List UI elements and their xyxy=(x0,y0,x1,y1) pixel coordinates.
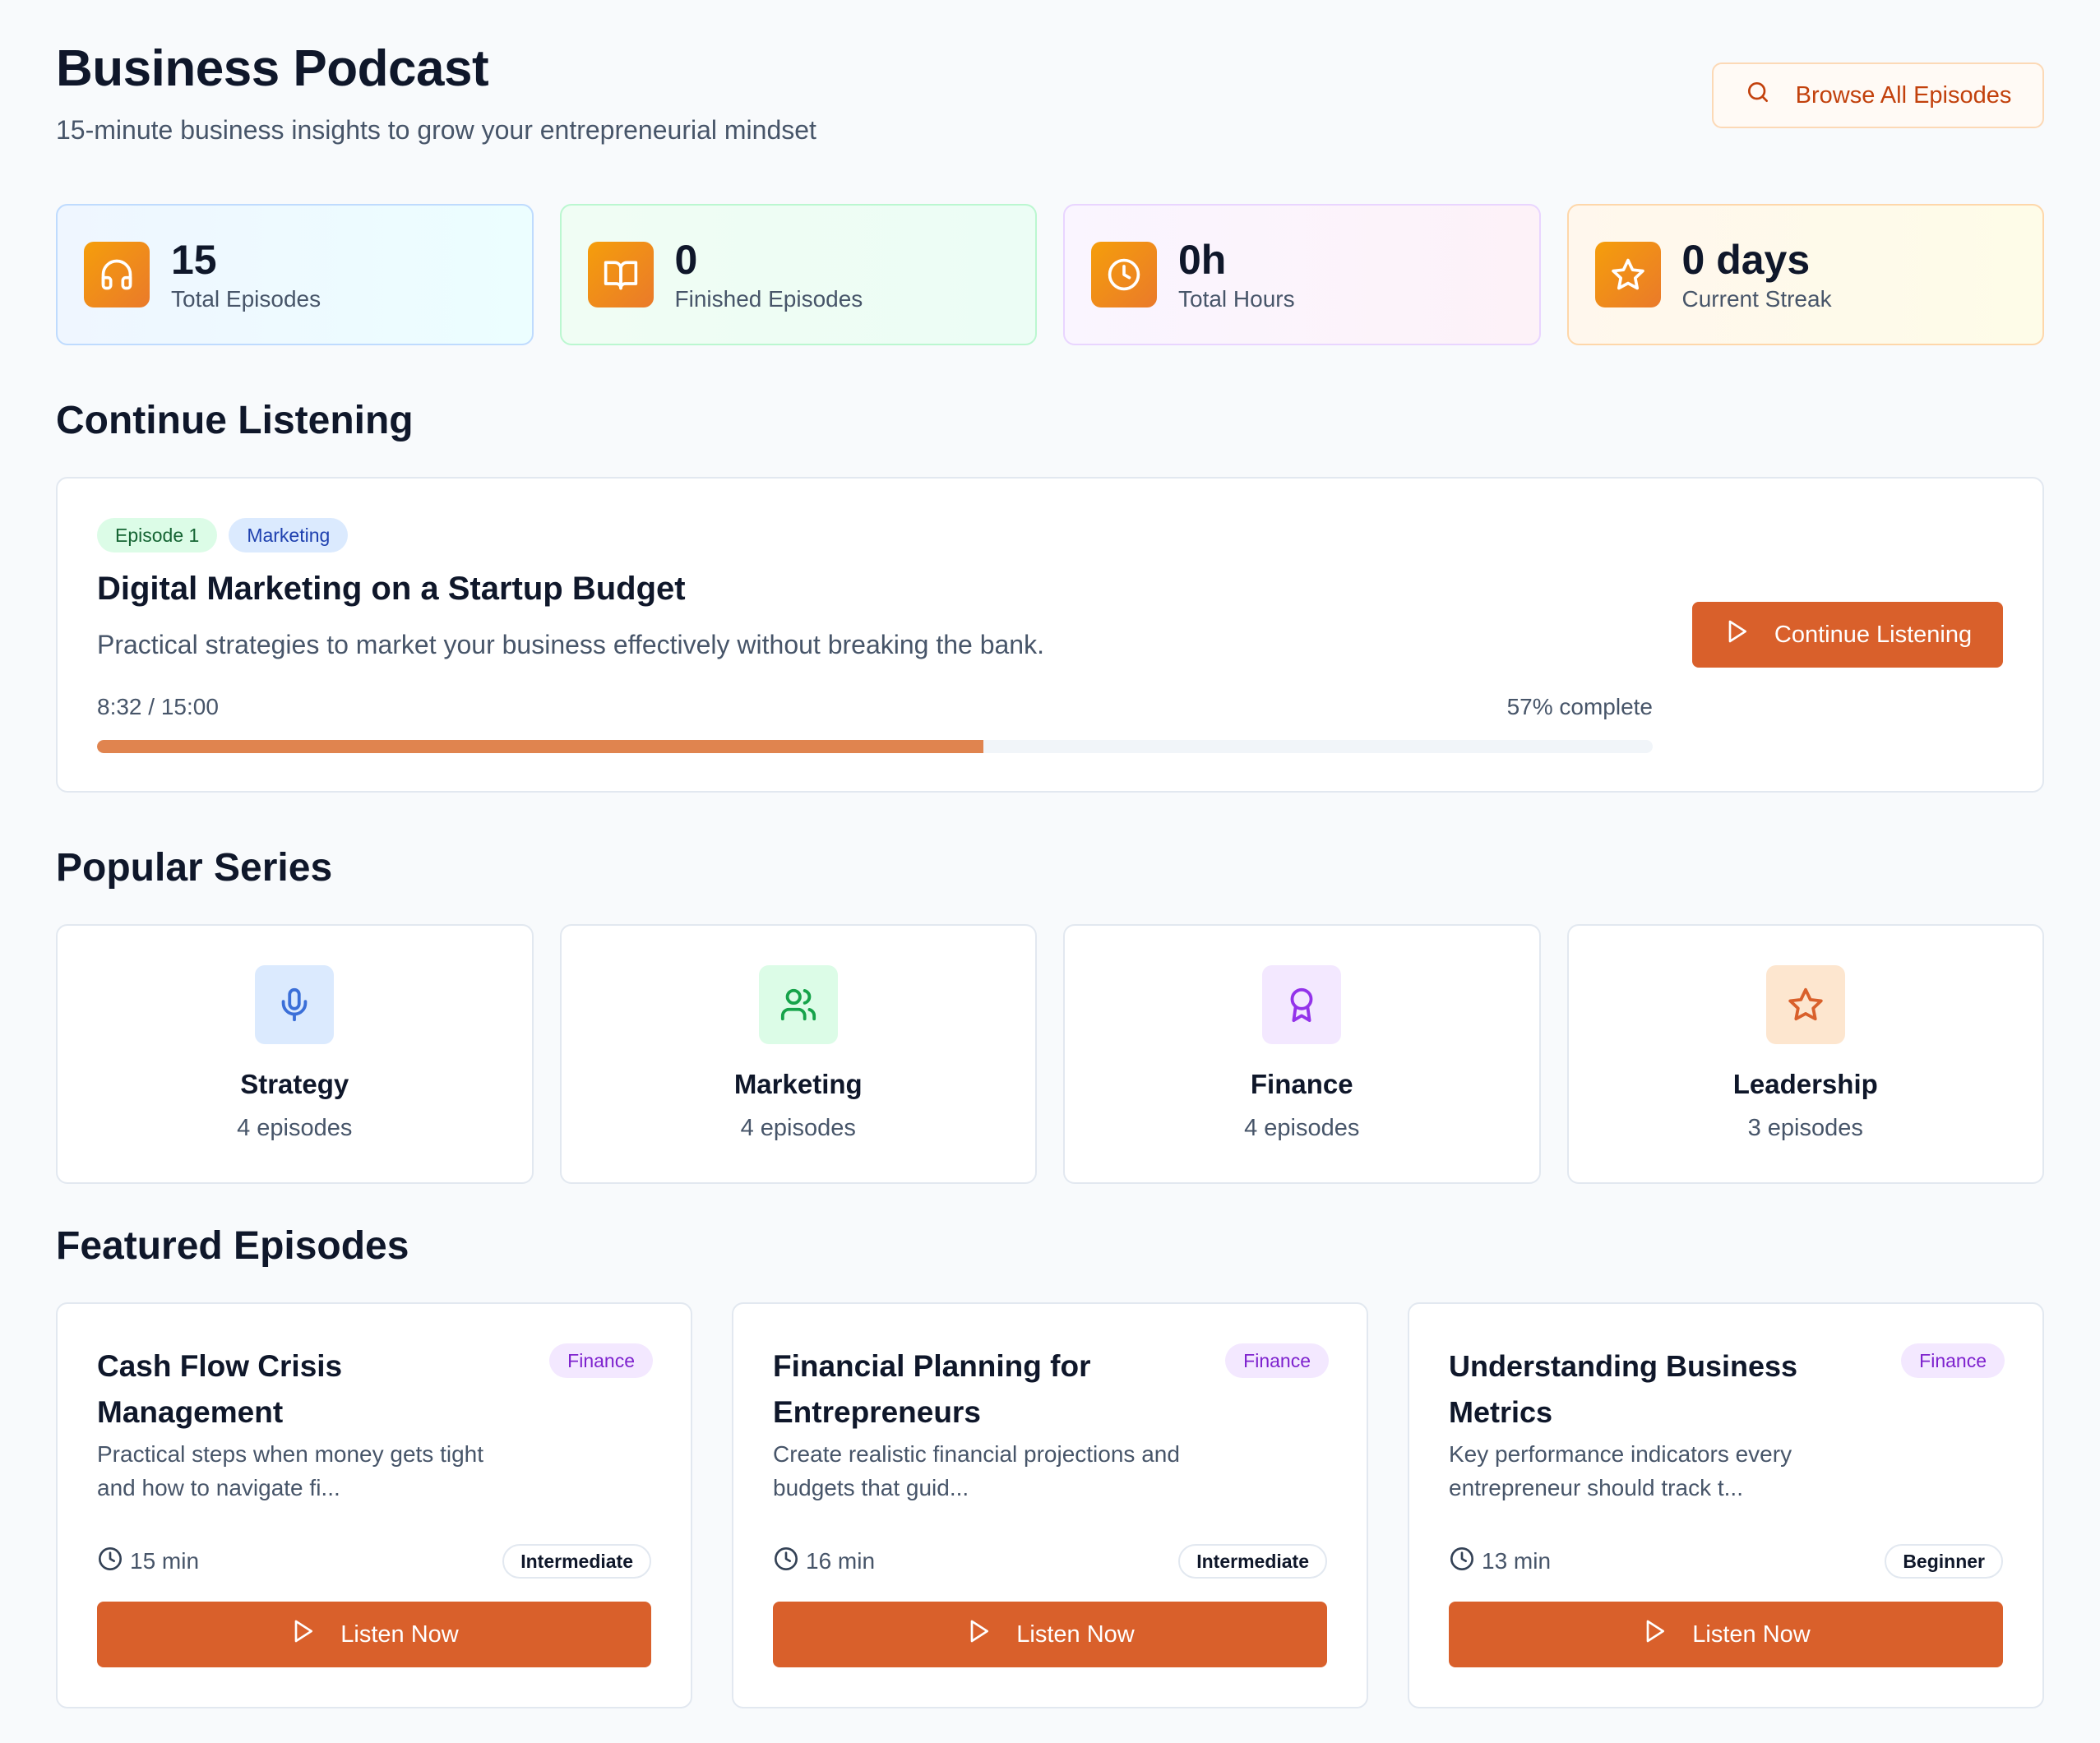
stat-value: 0 xyxy=(674,236,698,283)
episode-meta: 15 min Intermediate xyxy=(97,1544,651,1579)
series-episode-count: 4 episodes xyxy=(237,1115,353,1141)
series-name: Marketing xyxy=(733,1069,863,1099)
stats-row: 15 Total Episodes 0 Finished Episodes 0h… xyxy=(56,204,2044,345)
series-episode-count: 3 episodes xyxy=(1747,1115,1863,1141)
series-name: Strategy xyxy=(240,1069,349,1099)
listen-now-button[interactable]: Listen Now xyxy=(97,1602,651,1667)
stat-card-finished-episodes: 0 Finished Episodes xyxy=(559,204,1037,345)
series-card-marketing[interactable]: Marketing 4 episodes xyxy=(559,924,1037,1184)
clock-icon xyxy=(97,1546,123,1578)
episode-card-header: Understanding Business Metrics Finance xyxy=(1449,1343,2005,1436)
episode-title: Digital Marketing on a Startup Budget xyxy=(97,571,686,607)
listen-now-button[interactable]: Listen Now xyxy=(773,1602,1327,1667)
stat-value: 0h xyxy=(1178,236,1227,283)
podcast-dashboard: Business Podcast 15-minute business insi… xyxy=(0,0,2100,1743)
episode-description: Create realistic financial projections a… xyxy=(773,1441,1180,1500)
play-icon xyxy=(1641,1618,1668,1651)
series-name: Leadership xyxy=(1732,1069,1878,1099)
award-icon xyxy=(1262,965,1342,1044)
book-open-icon xyxy=(587,242,654,307)
star-icon xyxy=(1594,242,1661,307)
listen-now-button[interactable]: Listen Now xyxy=(1449,1602,2003,1667)
series-episode-count: 4 episodes xyxy=(1244,1115,1360,1141)
duration-text: 13 min xyxy=(1482,1548,1552,1574)
search-icon xyxy=(1745,79,1771,112)
continue-listening-card: Episode 1 Marketing Digital Marketing on… xyxy=(56,477,2044,793)
episode-description: Key performance indicators every entrepr… xyxy=(1449,1441,1792,1500)
series-card-leadership[interactable]: Leadership 3 episodes xyxy=(1566,924,2044,1184)
episode-duration: 16 min xyxy=(773,1546,875,1578)
episode-number-badge: Episode 1 xyxy=(97,518,218,552)
series-episode-count: 4 episodes xyxy=(740,1115,856,1141)
episode-card-header: Cash Flow Crisis Management Finance xyxy=(97,1343,653,1436)
popular-series-heading: Popular Series xyxy=(56,846,333,890)
microphone-icon xyxy=(255,965,335,1044)
play-icon xyxy=(965,1618,992,1651)
popular-series-grid: Strategy 4 episodes Marketing 4 episodes… xyxy=(56,924,2044,1184)
page-subtitle: 15-minute business insights to grow your… xyxy=(56,115,816,145)
series-card-finance[interactable]: Finance 4 episodes xyxy=(1063,924,1541,1184)
series-name: Finance xyxy=(1250,1069,1353,1099)
episode-meta: 13 min Beginner xyxy=(1449,1544,2003,1579)
continue-listening-button[interactable]: Continue Listening xyxy=(1692,602,2003,668)
duration-text: 16 min xyxy=(806,1548,876,1574)
episode-description: Practical strategies to market your busi… xyxy=(97,630,1044,659)
playback-time: 8:32 / 15:00 xyxy=(97,694,219,719)
clock-icon xyxy=(1091,242,1157,307)
progress-bar[interactable] xyxy=(97,740,1653,753)
episode-title: Financial Planning for Entrepreneurs xyxy=(773,1349,1091,1429)
clock-icon xyxy=(773,1546,799,1578)
star-icon xyxy=(1765,965,1845,1044)
percent-complete: 57% complete xyxy=(1506,694,1653,719)
episode-card: Understanding Business Metrics Finance K… xyxy=(1408,1302,2044,1708)
featured-episodes-heading: Featured Episodes xyxy=(56,1224,409,1268)
stat-label: Current Streak xyxy=(1681,285,1832,312)
browse-all-episodes-label: Browse All Episodes xyxy=(1795,81,2012,109)
listen-now-label: Listen Now xyxy=(1692,1620,1811,1648)
difficulty-badge: Intermediate xyxy=(1178,1544,1327,1579)
category-badge: Finance xyxy=(1225,1343,1329,1378)
page-header: Business Podcast 15-minute business insi… xyxy=(56,36,2044,151)
episode-card: Financial Planning for Entrepreneurs Fin… xyxy=(732,1302,1368,1708)
continue-listening-heading: Continue Listening xyxy=(56,399,414,442)
progress-bar-fill xyxy=(97,740,984,753)
users-icon xyxy=(758,965,838,1044)
play-icon xyxy=(1723,618,1750,651)
series-card-strategy[interactable]: Strategy 4 episodes xyxy=(56,924,534,1184)
stat-label: Finished Episodes xyxy=(674,285,863,312)
stat-label: Total Episodes xyxy=(171,285,321,312)
episode-title: Understanding Business Metrics xyxy=(1449,1349,1798,1429)
difficulty-badge: Beginner xyxy=(1885,1544,2003,1579)
category-badge: Finance xyxy=(549,1343,653,1378)
category-badge: Finance xyxy=(1901,1343,2005,1378)
category-badge: Marketing xyxy=(229,518,349,552)
difficulty-badge: Intermediate xyxy=(502,1544,651,1579)
episode-tags: Episode 1 Marketing xyxy=(97,518,349,552)
browse-all-episodes-button[interactable]: Browse All Episodes xyxy=(1712,62,2044,128)
stat-value: 0 days xyxy=(1681,236,1811,283)
episode-duration: 13 min xyxy=(1449,1546,1551,1578)
episode-title: Cash Flow Crisis Management xyxy=(97,1349,343,1429)
stat-card-current-streak: 0 days Current Streak xyxy=(1566,204,2044,345)
listen-now-label: Listen Now xyxy=(340,1620,459,1648)
episode-card: Cash Flow Crisis Management Finance Prac… xyxy=(56,1302,692,1708)
episode-meta: 16 min Intermediate xyxy=(773,1544,1327,1579)
episode-duration: 15 min xyxy=(97,1546,199,1578)
continue-listening-label: Continue Listening xyxy=(1774,621,1973,648)
duration-text: 15 min xyxy=(130,1548,200,1574)
episode-card-header: Financial Planning for Entrepreneurs Fin… xyxy=(773,1343,1329,1436)
stat-card-total-episodes: 15 Total Episodes xyxy=(56,204,534,345)
play-icon xyxy=(289,1618,316,1651)
stat-label: Total Hours xyxy=(1178,285,1295,312)
featured-episodes-grid: Cash Flow Crisis Management Finance Prac… xyxy=(56,1302,2044,1708)
stat-card-total-hours: 0h Total Hours xyxy=(1063,204,1541,345)
stat-value: 15 xyxy=(171,236,217,283)
listen-now-label: Listen Now xyxy=(1016,1620,1135,1648)
headphones-icon xyxy=(84,242,150,307)
episode-description: Practical steps when money gets tight an… xyxy=(97,1441,484,1500)
clock-icon xyxy=(1449,1546,1475,1578)
page-title: Business Podcast xyxy=(56,40,489,97)
